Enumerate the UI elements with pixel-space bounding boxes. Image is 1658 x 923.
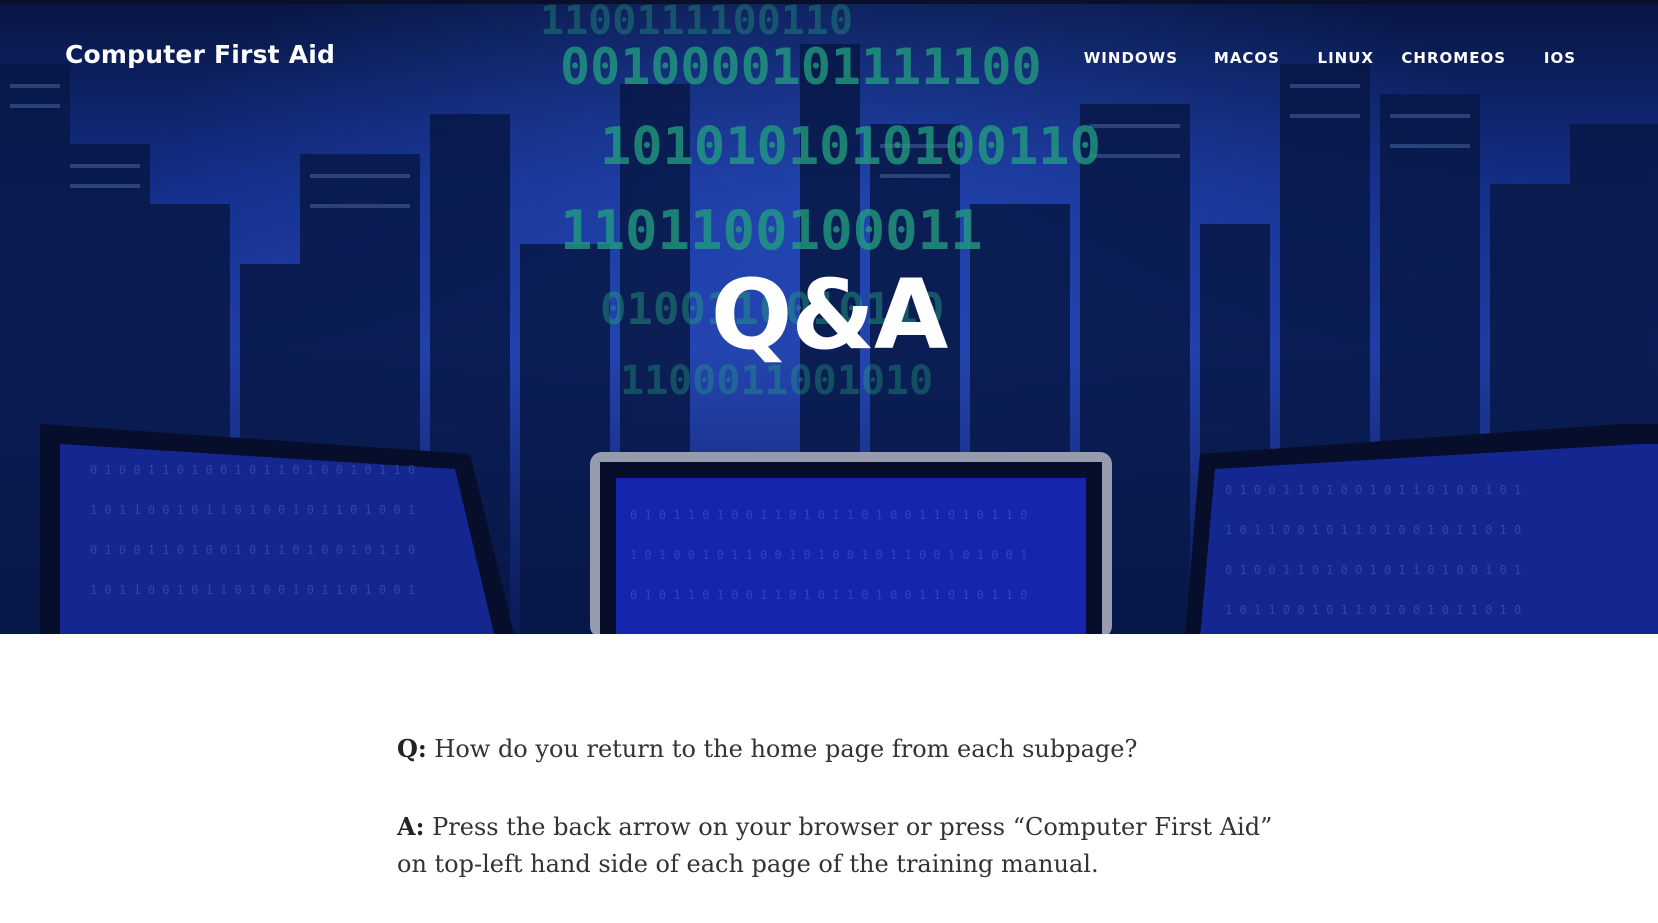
question-paragraph: Q: How do you return to the home page fr… [397,730,1277,768]
question-prefix: Q: [397,734,427,763]
qa-content: Q: How do you return to the home page fr… [397,730,1277,923]
nav-item-ios[interactable]: IOS [1544,49,1576,67]
answer-prefix: A: [397,812,425,841]
nav-item-chromeos[interactable]: CHROMEOS [1401,49,1506,67]
question-text: How do you return to the home page from … [426,735,1138,763]
hero-banner: 0010000101111100 1010101010100110 110110… [0,0,1658,634]
answer-text: Press the back arrow on your browser or … [397,813,1273,878]
site-title-link[interactable]: Computer First Aid [65,40,335,69]
answer-paragraph: A: Press the back arrow on your browser … [397,808,1277,883]
nav-item-linux[interactable]: LINUX [1318,49,1374,67]
nav-item-macos[interactable]: MACOS [1214,49,1280,67]
nav-item-windows[interactable]: WINDOWS [1084,49,1178,67]
page-title: Q&A [710,259,949,371]
